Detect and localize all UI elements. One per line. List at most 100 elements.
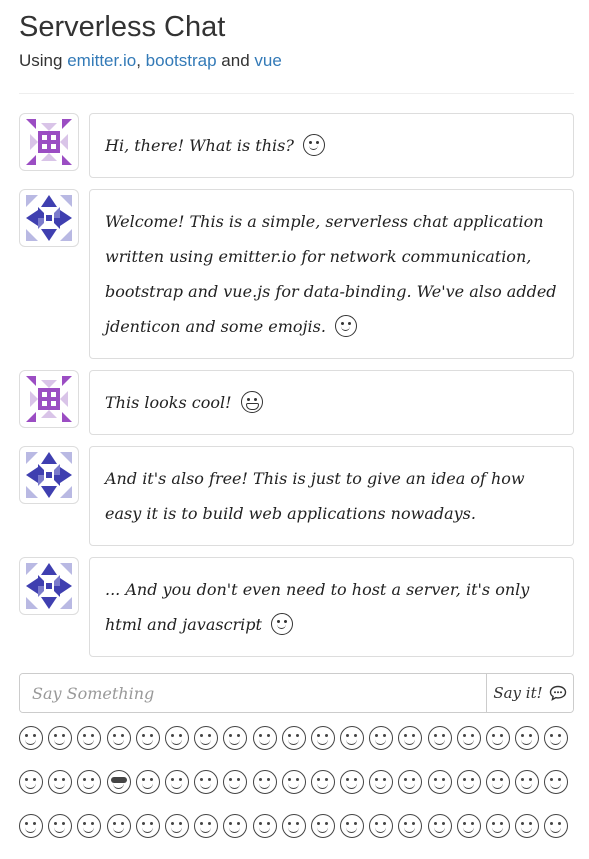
- emoji-option-icon[interactable]: [77, 726, 102, 750]
- chat-message: Hi, there! What is this?: [19, 113, 574, 178]
- emoji-option-icon[interactable]: [369, 726, 394, 750]
- emoji-option-icon[interactable]: [369, 814, 394, 838]
- message-text: And it's also free! This is just to give…: [105, 469, 525, 523]
- emoji-option-icon[interactable]: [106, 814, 131, 838]
- emoji-option-icon[interactable]: [106, 770, 131, 794]
- emoji-option-icon[interactable]: [398, 814, 423, 838]
- subtitle-and: and: [221, 51, 250, 70]
- emoji-option-icon[interactable]: [281, 814, 306, 838]
- emoji-option-icon[interactable]: [310, 814, 335, 838]
- emoji-option-icon[interactable]: [164, 726, 189, 750]
- emitter-link[interactable]: emitter.io: [67, 51, 136, 70]
- subtitle-separator: ,: [136, 51, 141, 70]
- emoji-option-icon[interactable]: [427, 814, 452, 838]
- chat-message: ... And you don't even need to host a se…: [19, 557, 574, 657]
- emoji-option-icon[interactable]: [19, 770, 43, 794]
- emoji-option-icon[interactable]: [340, 726, 365, 750]
- emoji-picker: [19, 726, 574, 838]
- emoji-option-icon[interactable]: [135, 726, 160, 750]
- emoji-option-icon[interactable]: [19, 814, 43, 838]
- emoji-option-icon[interactable]: [48, 726, 73, 750]
- emoji-option-icon[interactable]: [194, 814, 219, 838]
- message-text: ... And you don't even need to host a se…: [105, 580, 530, 634]
- blue-identicon: [26, 452, 72, 498]
- emoji-option-icon[interactable]: [544, 814, 569, 838]
- emoji-option-icon[interactable]: [369, 770, 394, 794]
- emoji-option-icon[interactable]: [398, 726, 423, 750]
- message-bubble: And it's also free! This is just to give…: [89, 446, 574, 546]
- emoji-option-icon[interactable]: [515, 814, 540, 838]
- emoji-option-icon[interactable]: [456, 814, 481, 838]
- emoji-option-icon[interactable]: [281, 726, 306, 750]
- emoji-option-icon[interactable]: [77, 814, 102, 838]
- avatar: [19, 557, 79, 615]
- bootstrap-link[interactable]: bootstrap: [146, 51, 217, 70]
- emoji-option-icon[interactable]: [194, 770, 219, 794]
- avatar: [19, 370, 79, 428]
- page-title: Serverless Chat: [19, 11, 226, 43]
- emoji-option-icon[interactable]: [48, 814, 73, 838]
- emoji-option-icon[interactable]: [486, 770, 510, 794]
- say-it-label: Say it!: [493, 684, 543, 702]
- blue-identicon: [26, 563, 72, 609]
- emoji-option-icon[interactable]: [427, 726, 452, 750]
- emoji-option-icon[interactable]: [164, 814, 189, 838]
- emoji-option-icon[interactable]: [340, 814, 365, 838]
- emoji-option-icon[interactable]: [164, 770, 189, 794]
- emoji-option-icon[interactable]: [106, 726, 131, 750]
- blue-identicon: [26, 195, 72, 241]
- emoji-option-icon[interactable]: [223, 726, 248, 750]
- emoji-option-icon[interactable]: [486, 726, 510, 750]
- slightly-smiling-face-icon: [303, 134, 326, 156]
- page-header: Serverless Chat Using emitter.io, bootst…: [19, 8, 574, 72]
- emoji-option-icon[interactable]: [135, 814, 160, 838]
- emoji-option-icon[interactable]: [544, 726, 569, 750]
- chat-message: And it's also free! This is just to give…: [19, 446, 574, 546]
- emoji-option-icon[interactable]: [281, 770, 306, 794]
- message-bubble: Hi, there! What is this?: [89, 113, 574, 178]
- emoji-option-icon[interactable]: [77, 770, 102, 794]
- emoji-option-icon[interactable]: [223, 814, 248, 838]
- message-bubble: This looks cool!: [89, 370, 574, 435]
- grimacing-face-icon: [240, 391, 263, 413]
- emoji-option-icon[interactable]: [544, 770, 569, 794]
- purple-identicon: [26, 376, 72, 422]
- message-text: Hi, there! What is this?: [105, 136, 294, 155]
- emoji-option-icon[interactable]: [456, 726, 481, 750]
- message-input[interactable]: [20, 674, 486, 712]
- emoji-option-icon[interactable]: [486, 814, 510, 838]
- message-bubble: ... And you don't even need to host a se…: [89, 557, 574, 657]
- emoji-option-icon[interactable]: [19, 726, 43, 750]
- emoji-option-icon[interactable]: [340, 770, 365, 794]
- message-text: This looks cool!: [105, 393, 232, 412]
- emoji-option-icon[interactable]: [398, 770, 423, 794]
- avatar: [19, 189, 79, 247]
- purple-identicon: [26, 119, 72, 165]
- chat-message: Welcome! This is a simple, serverless ch…: [19, 189, 574, 359]
- page-subtitle: Using emitter.io, bootstrap and vue: [19, 50, 574, 72]
- emoji-option-icon[interactable]: [223, 770, 248, 794]
- emoji-option-icon[interactable]: [194, 726, 219, 750]
- smiling-face-icon: [271, 613, 294, 635]
- message-text: Welcome! This is a simple, serverless ch…: [105, 212, 557, 336]
- avatar: [19, 113, 79, 171]
- emoji-option-icon[interactable]: [310, 770, 335, 794]
- chat-message: This looks cool!: [19, 370, 574, 435]
- emoji-option-icon[interactable]: [252, 726, 277, 750]
- subtitle-prefix: Using: [19, 51, 63, 70]
- composer: Say it!: [19, 673, 574, 713]
- smiling-face-icon: [335, 315, 357, 337]
- emoji-option-icon[interactable]: [252, 814, 277, 838]
- emoji-option-icon[interactable]: [427, 770, 452, 794]
- message-bubble: Welcome! This is a simple, serverless ch…: [89, 189, 574, 359]
- emoji-option-icon[interactable]: [48, 770, 73, 794]
- say-it-button[interactable]: Say it!: [486, 674, 573, 712]
- emoji-option-icon[interactable]: [515, 726, 540, 750]
- emoji-option-icon[interactable]: [252, 770, 277, 794]
- vue-link[interactable]: vue: [254, 51, 281, 70]
- emoji-option-icon[interactable]: [310, 726, 335, 750]
- avatar: [19, 446, 79, 504]
- emoji-option-icon[interactable]: [135, 770, 160, 794]
- emoji-option-icon[interactable]: [515, 770, 540, 794]
- emoji-option-icon[interactable]: [456, 770, 481, 794]
